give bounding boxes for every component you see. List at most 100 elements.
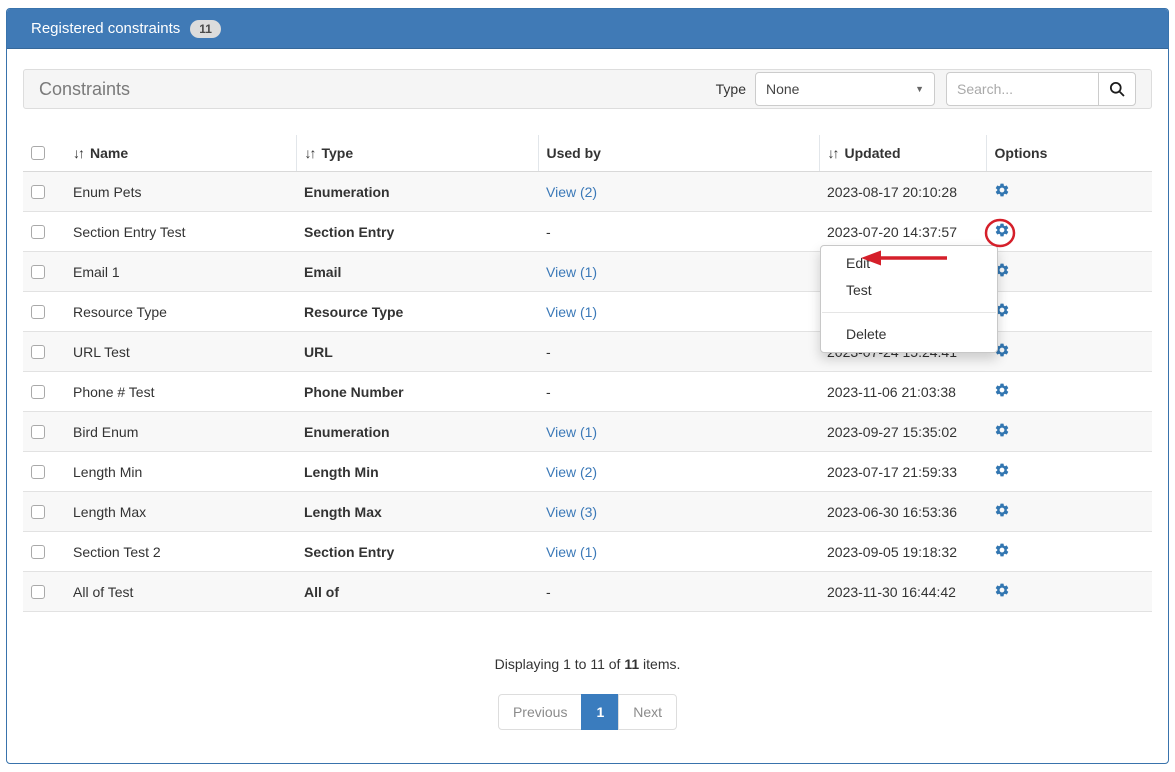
gear-icon[interactable] [994, 222, 1010, 238]
row-checkbox-cell [23, 452, 65, 492]
cell-options [986, 292, 1152, 332]
constraints-toolbar: Constraints Type None ▼ [23, 69, 1152, 109]
column-header-options: Options [986, 135, 1152, 172]
row-checkbox-cell [23, 532, 65, 572]
chevron-down-icon: ▼ [915, 84, 924, 94]
cell-used-by: View (1) [538, 252, 819, 292]
column-header-type[interactable]: ↓↑Type [296, 135, 538, 172]
table-row: Section Test 2 Section Entry View (1) 20… [23, 532, 1152, 572]
row-checkbox[interactable] [31, 225, 45, 239]
cell-type: Resource Type [296, 292, 538, 332]
page-title: Registered constraints [31, 20, 180, 37]
gear-icon[interactable] [994, 462, 1010, 478]
cell-options [986, 492, 1152, 532]
cell-updated: 2023-09-05 19:18:32 [819, 532, 986, 572]
registered-constraints-panel: Registered constraints 11 Constraints Ty… [6, 8, 1169, 764]
column-header-name[interactable]: ↓↑Name [65, 135, 296, 172]
row-checkbox[interactable] [31, 385, 45, 399]
row-checkbox-cell [23, 372, 65, 412]
search-button[interactable] [1098, 72, 1136, 106]
panel-header: Registered constraints 11 [7, 9, 1168, 49]
row-checkbox[interactable] [31, 465, 45, 479]
row-checkbox[interactable] [31, 185, 45, 199]
cell-options [986, 212, 1152, 252]
cell-updated: 2023-11-30 16:44:42 [819, 572, 986, 612]
cell-options [986, 412, 1152, 452]
column-label: Options [995, 145, 1048, 161]
gear-icon[interactable] [994, 542, 1010, 558]
gear-icon[interactable] [994, 582, 1010, 598]
previous-page-button[interactable]: Previous [498, 694, 582, 730]
cell-options [986, 332, 1152, 372]
cell-type: All of [296, 572, 538, 612]
type-select[interactable]: None ▼ [755, 72, 935, 106]
menu-item-edit[interactable]: Edit [821, 250, 997, 277]
column-label: Used by [547, 145, 601, 161]
menu-item-delete[interactable]: Delete [821, 321, 997, 348]
used-by-view-link[interactable]: View (2) [546, 184, 597, 200]
row-checkbox[interactable] [31, 505, 45, 519]
section-title: Constraints [39, 79, 130, 100]
table-header-row: ↓↑Name↓↑TypeUsed by↓↑UpdatedOptions [23, 135, 1152, 172]
row-checkbox-cell [23, 412, 65, 452]
constraints-table-wrap: ↓↑Name↓↑TypeUsed by↓↑UpdatedOptions Enum… [23, 135, 1152, 612]
row-checkbox[interactable] [31, 305, 45, 319]
used-by-view-link[interactable]: View (1) [546, 424, 597, 440]
cell-options [986, 452, 1152, 492]
search-input[interactable] [946, 72, 1098, 106]
cell-options [986, 252, 1152, 292]
used-by-view-link[interactable]: View (1) [546, 304, 597, 320]
row-checkbox-cell [23, 332, 65, 372]
gear-icon[interactable] [994, 382, 1010, 398]
cell-name: Phone # Test [65, 372, 296, 412]
items-total: 11 [624, 656, 639, 672]
cell-type: Enumeration [296, 172, 538, 212]
table-row: All of Test All of - 2023-11-30 16:44:42 [23, 572, 1152, 612]
row-checkbox[interactable] [31, 425, 45, 439]
cell-type: Phone Number [296, 372, 538, 412]
page-1-button[interactable]: 1 [581, 694, 619, 730]
select-all-checkbox[interactable] [31, 146, 45, 160]
column-label: Name [90, 145, 128, 161]
cell-updated: 2023-09-27 15:35:02 [819, 412, 986, 452]
cell-type: URL [296, 332, 538, 372]
cell-updated: 2023-06-30 16:53:36 [819, 492, 986, 532]
row-checkbox-cell [23, 212, 65, 252]
gear-icon[interactable] [994, 182, 1010, 198]
row-checkbox-cell [23, 492, 65, 532]
cell-name: Resource Type [65, 292, 296, 332]
cell-name: Enum Pets [65, 172, 296, 212]
used-by-view-link[interactable]: View (1) [546, 264, 597, 280]
cell-used-by: View (1) [538, 532, 819, 572]
cell-used-by: View (1) [538, 292, 819, 332]
next-page-button[interactable]: Next [618, 694, 677, 730]
gear-icon[interactable] [994, 422, 1010, 438]
row-checkbox-cell [23, 292, 65, 332]
cell-used-by: View (3) [538, 492, 819, 532]
menu-item-test[interactable]: Test [821, 277, 997, 304]
search-group [946, 72, 1136, 106]
sort-icon: ↓↑ [305, 145, 315, 161]
gear-icon[interactable] [994, 502, 1010, 518]
used-by-view-link[interactable]: View (3) [546, 504, 597, 520]
cell-updated: 2023-07-17 21:59:33 [819, 452, 986, 492]
used-by-view-link[interactable]: View (1) [546, 544, 597, 560]
row-checkbox[interactable] [31, 345, 45, 359]
cell-used-by: - [538, 372, 819, 412]
menu-divider [822, 312, 996, 313]
column-header-updated[interactable]: ↓↑Updated [819, 135, 986, 172]
row-checkbox-cell [23, 252, 65, 292]
cell-options [986, 532, 1152, 572]
cell-used-by: View (2) [538, 172, 819, 212]
row-checkbox[interactable] [31, 545, 45, 559]
cell-type: Enumeration [296, 412, 538, 452]
used-by-view-link[interactable]: View (2) [546, 464, 597, 480]
gear-context-menu: EditTest Delete [820, 245, 998, 353]
cell-name: Length Max [65, 492, 296, 532]
cell-updated: 2023-11-06 21:03:38 [819, 372, 986, 412]
sort-icon: ↓↑ [828, 145, 838, 161]
row-checkbox[interactable] [31, 265, 45, 279]
cell-name: URL Test [65, 332, 296, 372]
row-checkbox[interactable] [31, 585, 45, 599]
cell-updated: 2023-08-17 20:10:28 [819, 172, 986, 212]
